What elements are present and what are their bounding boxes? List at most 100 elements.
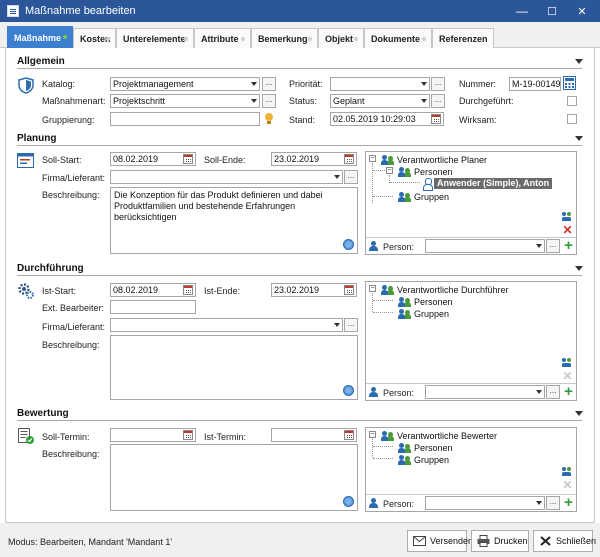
durchfuehrung-firma-select[interactable]: [110, 318, 343, 332]
durchfuehrung-firma-browse-button[interactable]: ...: [344, 318, 358, 332]
chevron-down-icon: [536, 244, 542, 248]
tab-unterelemente[interactable]: Unterelemente: [116, 28, 194, 48]
tab-objekt[interactable]: Objekt: [318, 28, 364, 48]
durchfuehrung-beschreibung-textarea[interactable]: [110, 335, 358, 400]
collapse-allgemein-icon[interactable]: [575, 59, 583, 64]
bewertung-person-browse-button[interactable]: ...: [546, 496, 560, 510]
planung-person-select[interactable]: [425, 239, 545, 253]
calendar-icon[interactable]: [183, 430, 193, 440]
tab-dokumente[interactable]: Dokumente: [364, 28, 432, 48]
tab-referenzen[interactable]: Referenzen: [432, 28, 494, 48]
massnahmenart-browse-button[interactable]: ...: [262, 94, 276, 108]
planung-firma-select[interactable]: [110, 170, 343, 184]
versenden-button[interactable]: Versenden: [407, 530, 473, 552]
collapse-bewertung-icon[interactable]: [575, 411, 583, 416]
ist-termin-input[interactable]: [271, 428, 357, 442]
gruppierung-input[interactable]: [110, 112, 260, 126]
globe-icon[interactable]: [343, 385, 354, 396]
status-browse-button[interactable]: ...: [431, 94, 445, 108]
people-icon: [398, 454, 412, 465]
section-title-allgemein: Allgemein: [17, 56, 65, 67]
add-people-icon[interactable]: [562, 357, 574, 368]
tree-connector: [373, 170, 385, 171]
planung-person-browse-button[interactable]: ...: [546, 239, 560, 253]
tree-root[interactable]: Verantwortliche Durchführer: [397, 285, 509, 295]
close-window-button[interactable]: ✕: [567, 0, 597, 22]
prioritaet-browse-button[interactable]: ...: [431, 77, 445, 91]
globe-icon[interactable]: [343, 496, 354, 507]
tree-personen[interactable]: Personen: [414, 443, 453, 453]
durchfuehrung-responsible-tree[interactable]: − Verantwortliche Durchführer Personen G…: [365, 281, 577, 401]
maximize-button[interactable]: ☐: [537, 0, 567, 22]
add-people-icon[interactable]: [562, 211, 574, 222]
prioritaet-label: Priorität:: [289, 79, 323, 89]
durchfuehrung-person-select[interactable]: [425, 385, 545, 399]
collapse-planung-icon[interactable]: [575, 136, 583, 141]
status-select[interactable]: Geplant: [330, 94, 430, 108]
remove-icon[interactable]: ✕: [562, 479, 573, 491]
remove-icon[interactable]: ✕: [562, 370, 573, 382]
section-title-planung: Planung: [17, 133, 57, 144]
durchgefuehrt-checkbox[interactable]: [567, 96, 577, 106]
bewertung-beschreibung-textarea[interactable]: [110, 444, 358, 511]
calculator-icon[interactable]: [563, 76, 576, 90]
durchfuehrung-person-browse-button[interactable]: ...: [546, 385, 560, 399]
tree-root[interactable]: Verantwortliche Planer: [397, 155, 487, 165]
tree-gruppen[interactable]: Gruppen: [414, 309, 449, 319]
drucken-button[interactable]: Drucken: [471, 530, 529, 552]
ist-ende-input[interactable]: 23.02.2019: [271, 283, 357, 297]
collapse-durchfuehrung-icon[interactable]: [575, 266, 583, 271]
tab-bemerkung[interactable]: Bemerkung: [251, 28, 318, 48]
bewertung-responsible-tree[interactable]: − Verantwortliche Bewerter Personen Grup…: [365, 427, 577, 512]
add-icon[interactable]: +: [563, 384, 574, 399]
soll-ende-label: Soll-Ende:: [204, 155, 246, 165]
ist-start-input[interactable]: 08.02.2019: [110, 283, 196, 297]
tab-attribute[interactable]: Attribute: [194, 28, 251, 48]
calendar-icon[interactable]: [183, 285, 193, 295]
schliessen-button[interactable]: Schließen: [533, 530, 596, 552]
calendar-icon[interactable]: [344, 154, 354, 164]
remove-icon[interactable]: ✕: [562, 224, 573, 236]
calendar-icon[interactable]: [344, 285, 354, 295]
prioritaet-select[interactable]: [330, 77, 430, 91]
soll-termin-input[interactable]: [110, 428, 196, 442]
calendar-icon[interactable]: [183, 154, 193, 164]
section-title-durchfuehrung: Durchführung: [17, 263, 84, 274]
tab-massnahme[interactable]: Maßnahme: [7, 26, 73, 49]
collapse-icon[interactable]: −: [369, 285, 376, 292]
calendar-icon[interactable]: [431, 114, 441, 124]
massnahmenart-label: Maßnahmenart:: [42, 96, 106, 106]
bewertung-person-select[interactable]: [425, 496, 545, 510]
collapse-icon[interactable]: −: [369, 431, 376, 438]
soll-start-input[interactable]: 08.02.2019: [110, 152, 196, 166]
planung-responsible-tree[interactable]: − Verantwortliche Planer − Personen Anwe…: [365, 151, 577, 255]
person-bar: Person: ... +: [366, 383, 576, 400]
tree-root[interactable]: Verantwortliche Bewerter: [397, 431, 497, 441]
wirksam-checkbox[interactable]: [567, 114, 577, 124]
tree-gruppen[interactable]: Gruppen: [414, 455, 449, 465]
ext-bearbeiter-input[interactable]: [110, 300, 196, 314]
stand-input[interactable]: 02.05.2019 10:29:03: [330, 112, 444, 126]
collapse-icon[interactable]: −: [369, 155, 376, 162]
collapse-icon[interactable]: −: [386, 167, 393, 174]
tab-status-dot: [63, 35, 67, 39]
planung-beschreibung-textarea[interactable]: Die Konzeption für das Produkt definiere…: [110, 187, 358, 254]
globe-icon[interactable]: [343, 239, 354, 250]
katalog-select[interactable]: Projektmanagement: [110, 77, 260, 91]
add-people-icon[interactable]: [562, 466, 574, 477]
planung-firma-browse-button[interactable]: ...: [344, 170, 358, 184]
lightbulb-icon[interactable]: [264, 112, 274, 126]
tree-personen[interactable]: Personen: [414, 167, 453, 177]
minimize-button[interactable]: —: [507, 0, 537, 22]
katalog-browse-button[interactable]: ...: [262, 77, 276, 91]
add-icon[interactable]: +: [563, 238, 574, 253]
nummer-input[interactable]: M-19-00149: [509, 77, 561, 91]
massnahmenart-select[interactable]: Projektschritt: [110, 94, 260, 108]
calendar-icon[interactable]: [344, 430, 354, 440]
tree-personen[interactable]: Personen: [414, 297, 453, 307]
tab-kosten[interactable]: Kosten: [73, 28, 116, 48]
tree-gruppen[interactable]: Gruppen: [414, 192, 449, 202]
soll-ende-input[interactable]: 23.02.2019: [271, 152, 357, 166]
tree-person-selected[interactable]: Anwender (Simple), Anton: [434, 178, 553, 189]
add-icon[interactable]: +: [563, 495, 574, 510]
